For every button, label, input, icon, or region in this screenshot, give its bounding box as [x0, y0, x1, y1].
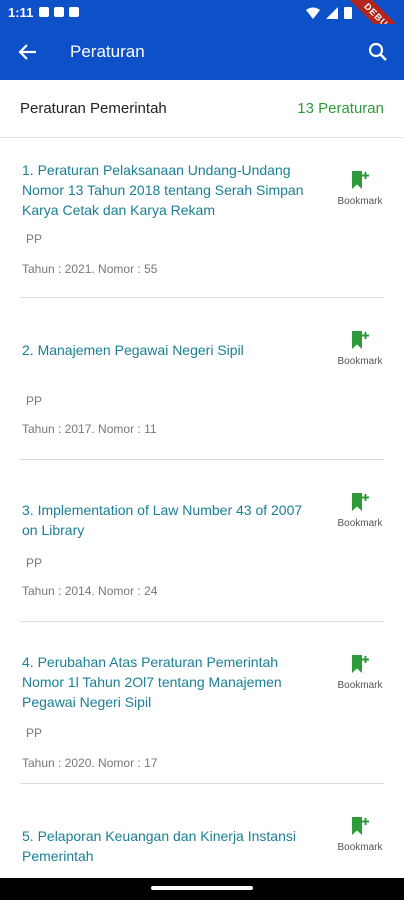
item-title[interactable]: 3. Implementation of Law Number 43 of 20…: [22, 500, 318, 540]
system-status-icons: [306, 6, 352, 19]
status-time: 1:11: [8, 4, 34, 20]
arrow-back-icon: [18, 44, 36, 60]
item-title[interactable]: 2. Manajemen Pegawai Negeri Sipil: [22, 340, 318, 360]
bookmark-add-icon: [352, 171, 369, 189]
home-gesture-bar[interactable]: [151, 886, 253, 890]
item-type: PP: [26, 394, 43, 408]
shield-icon: [39, 7, 50, 17]
bookmark-button[interactable]: Bookmark: [328, 330, 392, 367]
bookmark-button[interactable]: Bookmark: [328, 816, 392, 853]
bookmark-label: Bookmark: [337, 356, 383, 367]
search-icon: [368, 42, 387, 61]
bookmark-label: Bookmark: [337, 680, 383, 691]
regulation-count: 13 Peraturan: [297, 100, 384, 117]
back-button[interactable]: [0, 24, 56, 80]
bookmark-button[interactable]: Bookmark: [328, 170, 392, 207]
item-title[interactable]: 4. Perubahan Atas Peraturan Pemerintah N…: [22, 652, 318, 712]
app-bar: Peraturan: [0, 24, 404, 80]
status-bar: 1:11 DEBUG: [0, 0, 404, 63]
item-type: PP: [26, 726, 43, 740]
search-button[interactable]: [364, 38, 392, 66]
sim-icon: [54, 7, 65, 17]
bookmark-label: Bookmark: [337, 842, 383, 853]
item-meta: Tahun : 2014. Nomor : 24: [22, 584, 158, 598]
bookmark-add-icon: [352, 655, 369, 673]
summary-header: Peraturan Pemerintah 13 Peraturan: [0, 80, 404, 138]
bookmark-label: Bookmark: [337, 518, 383, 529]
signal-icon: [326, 6, 338, 19]
bookmark-add-icon: [352, 493, 369, 511]
item-meta: Tahun : 2021. Nomor : 55: [22, 262, 158, 276]
item-type: PP: [26, 556, 43, 570]
bookmark-label: Bookmark: [337, 196, 383, 207]
notification-icons: [39, 7, 80, 17]
item-title[interactable]: 5. Pelaporan Keuangan dan Kinerja Instan…: [22, 826, 318, 866]
list-item[interactable]: 1. Peraturan Pelaksanaan Undang-Undang N…: [20, 138, 384, 298]
bookmark-add-icon: [352, 817, 369, 835]
item-title[interactable]: 1. Peraturan Pelaksanaan Undang-Undang N…: [22, 160, 318, 220]
regulation-list: 1. Peraturan Pelaksanaan Undang-Undang N…: [0, 138, 404, 894]
bookmark-button[interactable]: Bookmark: [328, 492, 392, 529]
battery-icon: [344, 7, 352, 19]
item-type: PP: [26, 232, 43, 246]
item-meta: Tahun : 2020. Nomor : 17: [22, 756, 158, 770]
bookmark-button[interactable]: Bookmark: [328, 654, 392, 691]
list-item[interactable]: 2. Manajemen Pegawai Negeri Sipil PP Tah…: [20, 298, 384, 460]
bookmark-add-icon: [352, 331, 369, 349]
list-item[interactable]: 3. Implementation of Law Number 43 of 20…: [20, 460, 384, 622]
item-meta: Tahun : 2017. Nomor : 11: [22, 422, 157, 436]
list-item[interactable]: 4. Perubahan Atas Peraturan Pemerintah N…: [20, 622, 384, 784]
page-title: Peraturan: [70, 42, 145, 61]
app-notification-icon: [69, 7, 80, 17]
wifi-icon: [306, 7, 320, 19]
category-label: Peraturan Pemerintah: [20, 100, 167, 117]
